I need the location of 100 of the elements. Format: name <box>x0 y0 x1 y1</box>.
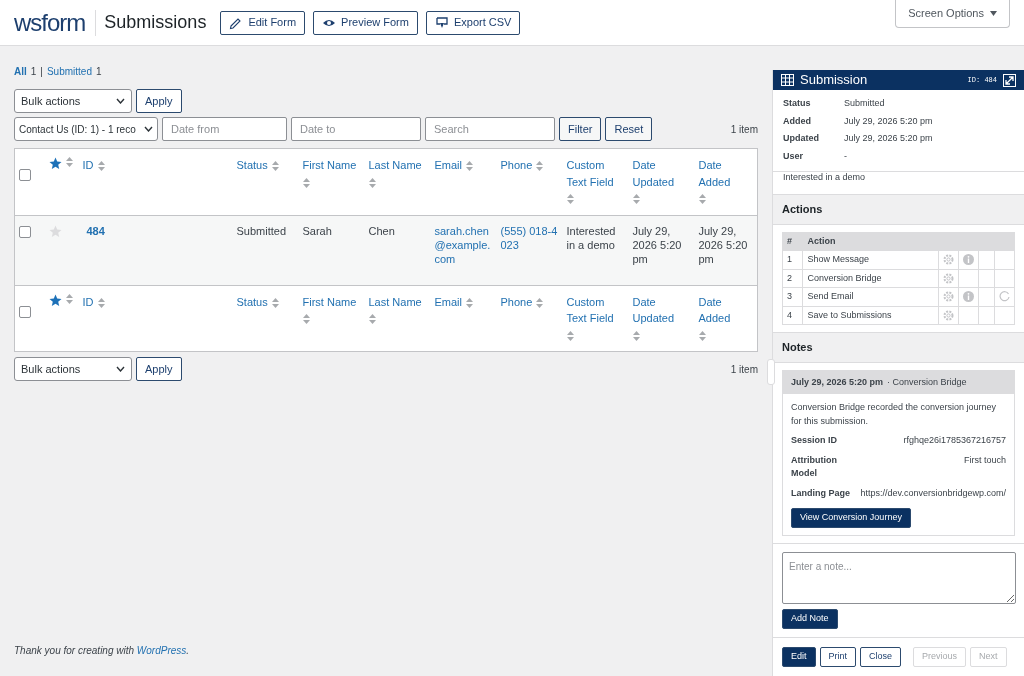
chevron-down-icon <box>144 126 153 132</box>
gear-icon[interactable] <box>943 254 954 266</box>
sort-icon[interactable] <box>271 161 279 172</box>
section-heading: Notes <box>773 332 1024 363</box>
sort-icon[interactable] <box>368 177 376 188</box>
column-header[interactable]: Phone <box>500 157 533 174</box>
view-count: 1 <box>30 64 37 79</box>
sort-icon[interactable] <box>65 157 73 167</box>
note-date: July 29, 2026 5:20 pm <box>791 375 884 389</box>
note-field[interactable]: Enter a note... <box>782 552 1016 604</box>
submission-id-link[interactable]: 484 <box>86 224 105 237</box>
column-header[interactable]: Email <box>434 293 462 310</box>
download-icon <box>434 15 449 30</box>
column-header[interactable]: Date Updated <box>632 157 687 190</box>
panel-button[interactable]: Print <box>819 647 857 667</box>
checkbox[interactable] <box>19 169 31 181</box>
sort-icon[interactable] <box>536 161 544 172</box>
column-header[interactable]: First Name <box>302 157 357 174</box>
sort-icon[interactable] <box>466 297 473 308</box>
sort-icon[interactable] <box>466 161 473 172</box>
column-header[interactable]: Last Name <box>368 293 422 310</box>
header-button[interactable]: Edit Form <box>220 10 306 35</box>
sort-icon[interactable] <box>271 297 279 308</box>
view-link[interactable]: Submitted <box>46 63 92 79</box>
column-header[interactable]: ID <box>82 157 94 174</box>
column-header: # <box>782 232 803 251</box>
apply-button[interactable]: Apply <box>136 357 182 381</box>
detail-value: First touch <box>964 453 1006 467</box>
action-name: Conversion Bridge <box>802 269 939 288</box>
logo: wsform <box>14 9 97 36</box>
star-icon[interactable] <box>48 157 62 170</box>
column-header[interactable]: Date Updated <box>632 293 687 327</box>
item-count: 1 item <box>730 362 758 377</box>
footer-credit: Thank you for creating with WordPress. <box>14 644 191 658</box>
column-header[interactable]: Custom Text Field <box>566 293 621 327</box>
apply-button[interactable]: Apply <box>136 89 182 113</box>
filter-button[interactable]: Reset <box>605 117 653 141</box>
row-number: 4 <box>782 306 803 325</box>
sort-icon[interactable] <box>566 194 574 205</box>
column-header[interactable]: Custom Text Field <box>566 157 621 190</box>
sort-icon[interactable] <box>302 177 310 188</box>
sort-icon[interactable] <box>97 161 105 172</box>
select-field[interactable]: Bulk actions <box>14 89 132 113</box>
header-button[interactable]: Export CSV <box>425 10 521 35</box>
column-header[interactable]: Date Added <box>698 157 749 190</box>
sort-icon[interactable] <box>632 330 640 341</box>
panel-button[interactable]: Edit <box>782 647 816 667</box>
column-header[interactable]: Email <box>434 157 462 174</box>
checkbox[interactable] <box>19 305 31 318</box>
sort-icon[interactable] <box>536 297 544 308</box>
resize-handle[interactable] <box>767 359 775 385</box>
search-field[interactable]: Search <box>425 117 555 141</box>
table-cell: July 29, 2026 5:20 pm <box>632 224 682 265</box>
table-cell: Sarah <box>302 224 332 237</box>
row-number: 3 <box>782 287 803 306</box>
column-header[interactable]: First Name <box>302 293 357 310</box>
sort-icon[interactable] <box>566 330 574 341</box>
action-name: Show Message <box>802 250 939 269</box>
field-label: Status <box>783 97 812 110</box>
panel-title: Submission <box>800 71 868 90</box>
table-cell: Interested in a demo <box>566 224 616 251</box>
expand-icon[interactable] <box>1003 73 1016 87</box>
sort-icon[interactable] <box>368 314 376 325</box>
sort-icon[interactable] <box>632 194 640 205</box>
panel-button[interactable]: Close <box>860 647 902 667</box>
gear-icon[interactable] <box>943 291 954 303</box>
select-field[interactable]: Bulk actions <box>14 357 132 381</box>
column-header[interactable]: Phone <box>500 293 533 310</box>
view-link[interactable]: All <box>14 63 27 79</box>
row-number: 1 <box>782 250 803 269</box>
star-icon[interactable] <box>48 293 62 307</box>
field-label: User <box>783 149 804 163</box>
view-journey-button[interactable]: View Conversion Journey <box>791 508 911 528</box>
add-note-button[interactable]: Add Note <box>782 609 838 629</box>
gear-icon[interactable] <box>943 272 954 284</box>
header-button[interactable]: Preview Form <box>313 10 418 35</box>
note-text: Conversion Bridge recorded the conversion journey for this submission. <box>791 401 998 428</box>
sort-icon[interactable] <box>698 194 706 205</box>
screen-options-button[interactable]: Screen Options <box>895 0 1010 28</box>
column-header[interactable]: Last Name <box>368 157 422 174</box>
table-icon <box>781 74 794 86</box>
field-label: Added <box>783 114 812 128</box>
checkbox[interactable] <box>19 225 31 238</box>
column-header[interactable]: Date Added <box>698 293 749 327</box>
separator: | <box>40 64 43 79</box>
select-field[interactable]: Contact Us (ID: 1) - 1 reco <box>14 117 158 141</box>
filter-button[interactable]: Filter <box>559 117 602 141</box>
sort-icon[interactable] <box>302 314 310 325</box>
date-from-field[interactable]: Date from <box>162 117 287 141</box>
sort-icon[interactable] <box>65 293 73 304</box>
sort-icon[interactable] <box>97 297 105 308</box>
sort-icon[interactable] <box>698 330 706 341</box>
column-header[interactable]: Status <box>236 157 268 174</box>
action-name: Send Email <box>802 287 939 306</box>
star-icon[interactable] <box>48 225 62 239</box>
gear-icon[interactable] <box>943 309 954 321</box>
note-source: · Conversion Bridge <box>887 375 967 389</box>
column-header[interactable]: ID <box>82 293 94 310</box>
column-header[interactable]: Status <box>236 293 268 310</box>
date-to-field[interactable]: Date to <box>291 117 421 141</box>
